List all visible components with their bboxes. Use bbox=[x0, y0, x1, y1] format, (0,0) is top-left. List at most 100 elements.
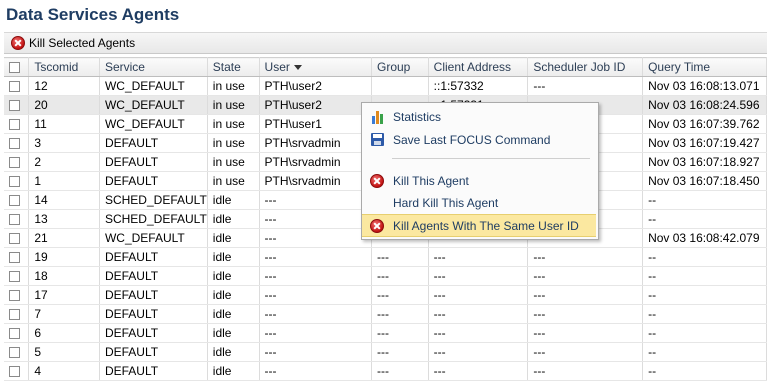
table-row[interactable]: 4 DEFAULT idle --- --- --- --- -- bbox=[4, 361, 767, 381]
select-all-checkbox[interactable] bbox=[9, 62, 20, 74]
row-checkbox[interactable] bbox=[9, 214, 20, 226]
cell-query-time: -- bbox=[642, 190, 767, 210]
column-header-client-address[interactable]: Client Address bbox=[428, 57, 529, 77]
row-checkbox[interactable] bbox=[9, 347, 20, 359]
cell-state: idle bbox=[207, 228, 260, 248]
cell-tscomid: 4 bbox=[28, 361, 100, 381]
row-select-cell[interactable] bbox=[4, 304, 30, 324]
cell-query-time: -- bbox=[642, 247, 767, 267]
cell-query-time: Nov 03 16:08:24.596 bbox=[642, 95, 767, 115]
cell-service: WC_DEFAULT bbox=[99, 114, 208, 134]
cell-group: --- bbox=[371, 361, 429, 381]
menu-item-statistics[interactable]: Statistics bbox=[362, 106, 596, 127]
row-select-cell[interactable] bbox=[4, 95, 30, 115]
row-checkbox[interactable] bbox=[9, 81, 20, 93]
row-checkbox[interactable] bbox=[9, 195, 20, 207]
cell-tscomid: 12 bbox=[28, 76, 100, 96]
cell-user: PTH\srvadmin bbox=[259, 133, 372, 153]
menu-item-save-last-focus-command[interactable]: Save Last FOCUS Command bbox=[362, 129, 596, 150]
row-checkbox[interactable] bbox=[9, 233, 20, 245]
column-header-service[interactable]: Service bbox=[99, 57, 208, 77]
cell-tscomid: 1 bbox=[28, 171, 100, 191]
table-row[interactable]: 19 DEFAULT idle --- --- --- --- -- bbox=[4, 247, 767, 267]
row-checkbox[interactable] bbox=[9, 290, 20, 302]
cell-tscomid: 18 bbox=[28, 266, 100, 286]
cell-state: in use bbox=[207, 76, 260, 96]
row-checkbox[interactable] bbox=[9, 119, 20, 131]
cell-state: in use bbox=[207, 95, 260, 115]
cell-client-address: --- bbox=[428, 285, 529, 305]
column-header-scheduler-job-id[interactable]: Scheduler Job ID bbox=[527, 57, 644, 77]
cell-state: idle bbox=[207, 209, 260, 229]
cell-user: --- bbox=[259, 228, 372, 248]
cell-user: --- bbox=[259, 247, 372, 267]
menu-item-hard-kill-this-agent[interactable]: Hard Kill This Agent bbox=[362, 192, 596, 213]
cell-state: idle bbox=[207, 361, 260, 381]
table-row[interactable]: 17 DEFAULT idle --- --- --- --- -- bbox=[4, 285, 767, 305]
cell-client-address: --- bbox=[428, 304, 529, 324]
cell-query-time: -- bbox=[642, 361, 767, 381]
toolbar: Kill Selected Agents bbox=[4, 32, 767, 54]
cell-query-time: -- bbox=[642, 304, 767, 324]
cell-client-address: --- bbox=[428, 266, 529, 286]
row-select-cell[interactable] bbox=[4, 209, 30, 229]
cell-query-time: -- bbox=[642, 266, 767, 286]
row-select-cell[interactable] bbox=[4, 342, 30, 362]
row-select-cell[interactable] bbox=[4, 190, 30, 210]
row-select-cell[interactable] bbox=[4, 114, 30, 134]
table-row[interactable]: 6 DEFAULT idle --- --- --- --- -- bbox=[4, 323, 767, 343]
kill-selected-agents-button[interactable]: Kill Selected Agents bbox=[4, 36, 135, 50]
cell-state: idle bbox=[207, 304, 260, 324]
cell-tscomid: 6 bbox=[28, 323, 100, 343]
cell-scheduler-job-id: --- bbox=[527, 266, 644, 286]
select-all-column-header[interactable] bbox=[4, 57, 30, 77]
row-select-cell[interactable] bbox=[4, 266, 30, 286]
row-checkbox[interactable] bbox=[9, 100, 20, 112]
row-select-cell[interactable] bbox=[4, 76, 30, 96]
cell-user: --- bbox=[259, 361, 372, 381]
row-select-cell[interactable] bbox=[4, 323, 30, 343]
row-select-cell[interactable] bbox=[4, 228, 30, 248]
row-select-cell[interactable] bbox=[4, 361, 30, 381]
row-checkbox[interactable] bbox=[9, 309, 20, 321]
menu-item-kill-this-agent[interactable]: Kill This Agent bbox=[362, 170, 596, 191]
column-header-query-time[interactable]: Query Time bbox=[642, 57, 767, 77]
red-x-icon bbox=[370, 218, 384, 233]
row-checkbox[interactable] bbox=[9, 138, 20, 150]
column-header-tscomid[interactable]: Tscomid bbox=[28, 57, 100, 77]
row-select-cell[interactable] bbox=[4, 133, 30, 153]
cell-service: DEFAULT bbox=[99, 152, 208, 172]
table-row[interactable]: 18 DEFAULT idle --- --- --- --- -- bbox=[4, 266, 767, 286]
cell-user: PTH\srvadmin bbox=[259, 152, 372, 172]
column-header-user[interactable]: User bbox=[259, 57, 372, 77]
cell-query-time: -- bbox=[642, 209, 767, 229]
row-select-cell[interactable] bbox=[4, 152, 30, 172]
row-checkbox[interactable] bbox=[9, 271, 20, 283]
cell-state: in use bbox=[207, 171, 260, 191]
cell-group bbox=[371, 76, 429, 96]
cell-tscomid: 5 bbox=[28, 342, 100, 362]
cell-client-address: --- bbox=[428, 247, 529, 267]
cell-scheduler-job-id: --- bbox=[527, 247, 644, 267]
menu-item-kill-agents-same-user-id[interactable]: Kill Agents With The Same User ID bbox=[362, 214, 596, 237]
table-row[interactable]: 12 WC_DEFAULT in use PTH\user2::1:57332 --- N… bbox=[4, 76, 767, 96]
row-checkbox[interactable] bbox=[9, 328, 20, 340]
table-row[interactable]: 5 DEFAULT idle --- --- --- --- -- bbox=[4, 342, 767, 362]
cell-state: in use bbox=[207, 152, 260, 172]
row-checkbox[interactable] bbox=[9, 176, 20, 188]
cell-service: DEFAULT bbox=[99, 133, 208, 153]
table-row[interactable]: 7 DEFAULT idle --- --- --- --- -- bbox=[4, 304, 767, 324]
cell-tscomid: 20 bbox=[28, 95, 100, 115]
row-select-cell[interactable] bbox=[4, 247, 30, 267]
row-checkbox[interactable] bbox=[9, 157, 20, 169]
row-checkbox[interactable] bbox=[9, 366, 20, 378]
row-select-cell[interactable] bbox=[4, 285, 30, 305]
column-header-state[interactable]: State bbox=[207, 57, 260, 77]
cell-tscomid: 19 bbox=[28, 247, 100, 267]
page-title: Data Services Agents bbox=[6, 5, 180, 24]
cell-state: idle bbox=[207, 323, 260, 343]
sort-descending-icon bbox=[293, 65, 302, 71]
column-header-group[interactable]: Group bbox=[371, 57, 429, 77]
row-select-cell[interactable] bbox=[4, 171, 30, 191]
row-checkbox[interactable] bbox=[9, 252, 20, 264]
